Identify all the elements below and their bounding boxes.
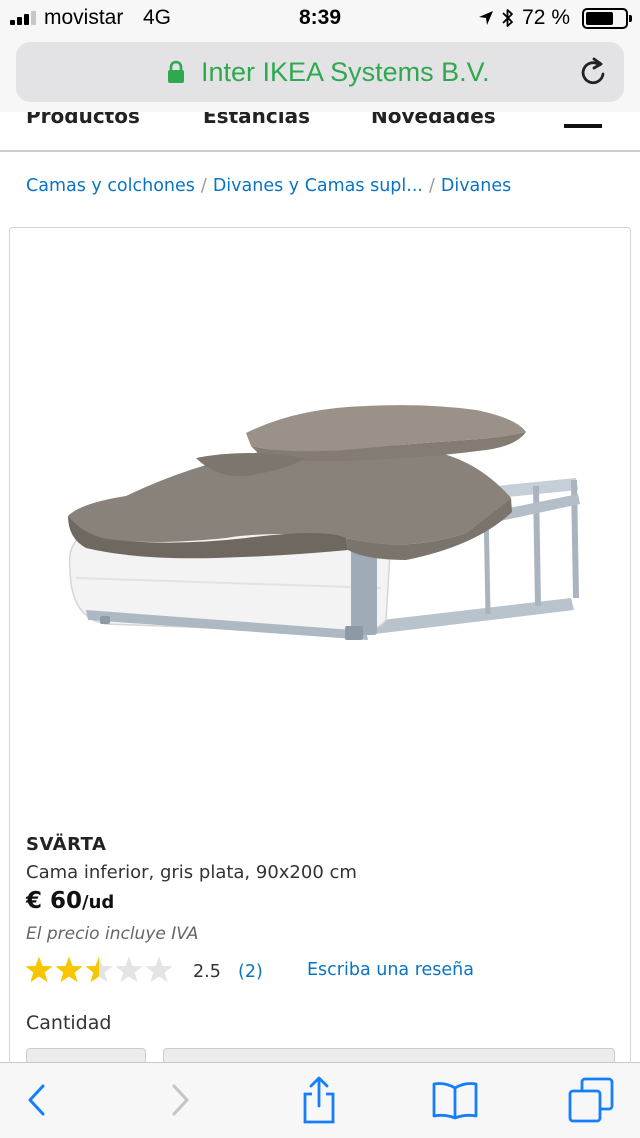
share-icon[interactable] (294, 1075, 344, 1125)
price-amount: € 60 (26, 888, 83, 914)
rating-stars[interactable] (24, 955, 174, 985)
address-bar[interactable]: Inter IKEA Systems B.V. (16, 42, 624, 102)
site-identity-label: Inter IKEA Systems B.V. (201, 57, 490, 87)
breadcrumb-link-divanes[interactable]: Divanes (441, 176, 511, 196)
nav-item-novedades[interactable]: Novedades (371, 112, 496, 128)
price-unit: /ud (82, 892, 115, 913)
back-icon[interactable] (12, 1075, 62, 1125)
vat-note: El precio incluye IVA (26, 924, 199, 944)
product-description: Cama inferior, gris plata, 90x200 cm (26, 862, 357, 883)
location-arrow-icon (479, 11, 494, 25)
breadcrumb-separator: / (200, 176, 207, 196)
battery-percent: 72 % (522, 6, 570, 29)
rating-value: 2.5 (193, 962, 221, 982)
breadcrumb-link-divanes-camas[interactable]: Divanes y Camas supl... (213, 176, 423, 196)
lock-icon (168, 60, 184, 83)
bookmarks-icon[interactable] (430, 1075, 480, 1125)
browser-address-area: Inter IKEA Systems B.V. (0, 36, 640, 112)
site-nav: Productos Estancias Novedades (0, 112, 640, 152)
star-icon (25, 956, 53, 983)
nav-item-productos[interactable]: Productos (26, 112, 140, 128)
product-price: € 60/ud (26, 888, 114, 914)
battery-icon (582, 7, 632, 29)
tabs-icon[interactable] (566, 1075, 616, 1125)
product-name[interactable]: SVÄRTA (26, 834, 106, 855)
forward-icon[interactable] (155, 1075, 205, 1125)
review-count-link[interactable]: (2) (238, 962, 263, 982)
breadcrumb-link-camas[interactable]: Camas y colchones (26, 176, 195, 196)
nav-item-estancias[interactable]: Estancias (203, 112, 310, 128)
browser-toolbar (0, 1062, 640, 1138)
reload-icon[interactable] (578, 56, 610, 88)
bluetooth-icon (502, 9, 514, 27)
star-icon (85, 956, 113, 983)
breadcrumb-separator: / (428, 176, 435, 196)
breadcrumb: Camas y colchones / Divanes y Camas supl..… (26, 176, 511, 196)
trundle-bed-image[interactable] (46, 388, 606, 688)
write-review-link[interactable]: Escriba una reseña (307, 960, 474, 980)
quantity-label: Cantidad (26, 1012, 112, 1034)
star-icon (115, 956, 143, 983)
star-icon (145, 956, 173, 983)
status-bar: movistar 4G 8:39 72 % (0, 0, 640, 36)
product-card: SVÄRTA Cama inferior, gris plata, 90x200… (9, 227, 631, 1127)
star-icon (55, 956, 83, 983)
hamburger-menu-icon[interactable] (564, 124, 602, 128)
